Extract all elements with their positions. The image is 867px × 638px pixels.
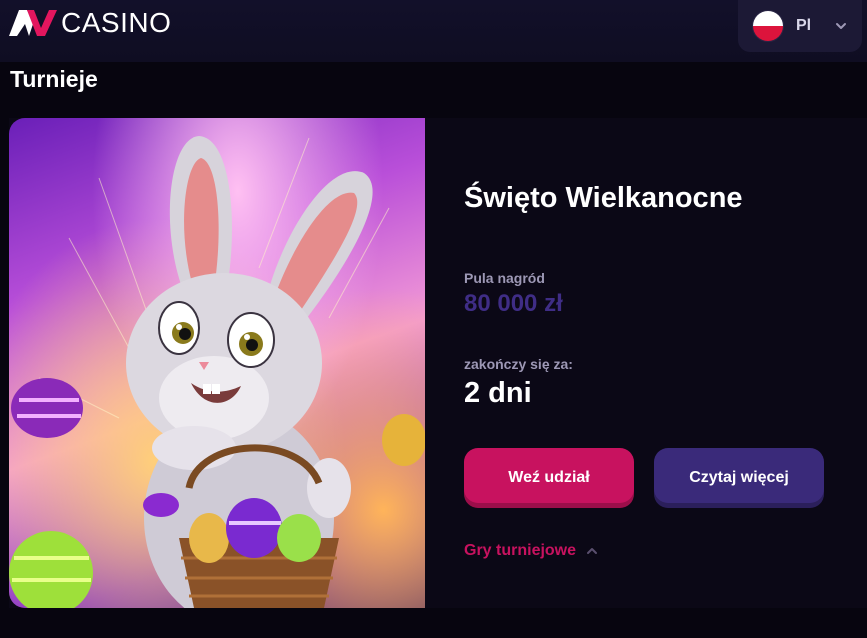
chevron-up-icon <box>587 548 598 554</box>
tournament-title: Święto Wielkanocne <box>464 182 743 214</box>
prize-pool-value: 80 000 zł <box>464 290 563 317</box>
page-title: Turnieje <box>10 66 98 92</box>
join-tournament-button[interactable]: Weź udział <box>464 448 634 508</box>
chevron-down-icon <box>836 23 846 29</box>
av-logo-icon <box>9 10 57 36</box>
tournament-games-link[interactable]: Gry turniejowe <box>464 542 598 560</box>
ends-in-value: 2 dni <box>464 377 532 409</box>
ends-in-label: zakończy się za: <box>464 356 573 372</box>
logo-text: CASINO <box>61 7 172 38</box>
top-header: CASINO Pl <box>0 0 867 62</box>
read-more-button[interactable]: Czytaj więcej <box>654 448 824 508</box>
tournament-games-label: Gry turniejowe <box>464 542 577 559</box>
tournament-banner-image[interactable] <box>9 118 425 608</box>
easter-bunny-illustration <box>9 136 425 608</box>
language-code: Pl <box>796 17 812 34</box>
tournament-card: Święto Wielkanocne Pula nagród 80 000 zł… <box>9 118 867 608</box>
casino-logo[interactable]: CASINO <box>9 8 171 38</box>
prize-pool-label: Pula nagród <box>464 270 545 286</box>
poland-flag-icon <box>752 10 784 42</box>
language-selector[interactable]: Pl <box>738 0 862 52</box>
